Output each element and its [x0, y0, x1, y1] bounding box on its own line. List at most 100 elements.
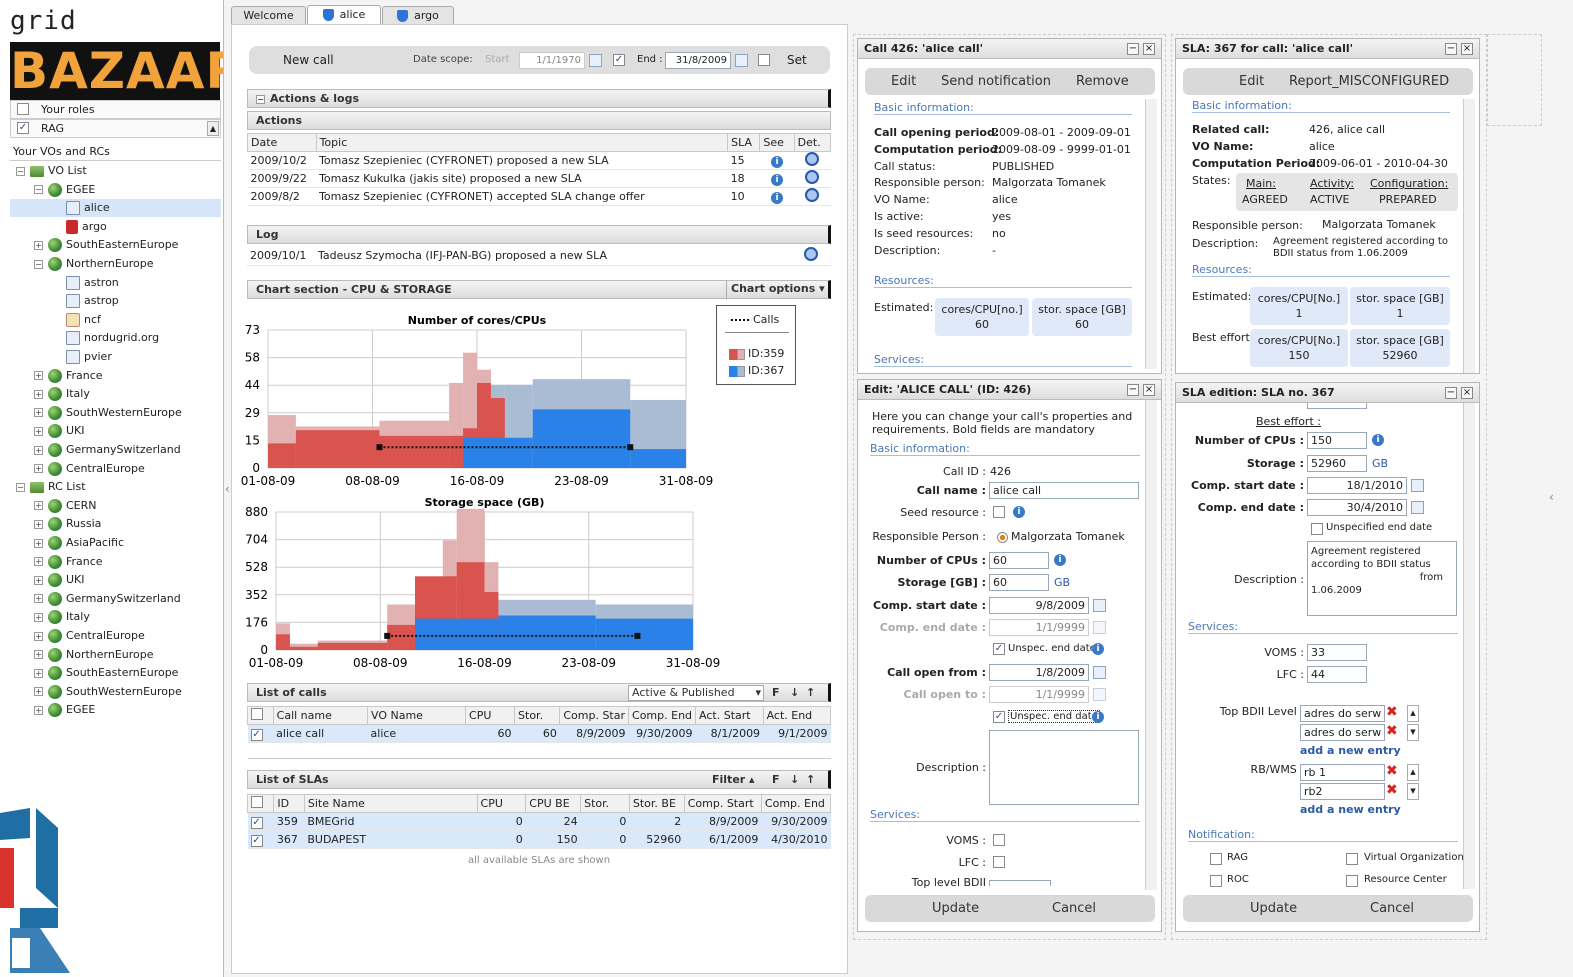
- tree-node[interactable]: − RC List: [10, 478, 221, 496]
- row-checkbox[interactable]: ✓: [250, 728, 263, 741]
- expand-icon[interactable]: +: [34, 240, 43, 250]
- col-id[interactable]: ID: [273, 794, 305, 813]
- expand-icon[interactable]: +: [34, 389, 43, 399]
- tree-node[interactable]: + CentralEurope: [10, 627, 221, 645]
- tree-node[interactable]: + AsiaPacific: [10, 534, 221, 552]
- your-roles-row[interactable]: Your roles: [10, 100, 221, 119]
- tree-node[interactable]: + SouthEasternEurope: [10, 236, 221, 254]
- expand-icon[interactable]: +: [34, 408, 43, 418]
- col-vo-name[interactable]: VO Name: [367, 706, 467, 725]
- tree-node[interactable]: + Russia: [10, 515, 221, 533]
- col-site[interactable]: Site Name: [303, 794, 478, 813]
- col-act-start[interactable]: Act. Start: [695, 706, 764, 725]
- table-row[interactable]: 2009/10/2 Tomasz Szepieniec (CYFRONET) pr…: [247, 151, 831, 170]
- tree-node[interactable]: + GermanySwitzerland: [10, 441, 221, 459]
- tree-node[interactable]: + GermanySwitzerland: [10, 590, 221, 608]
- tree-node[interactable]: + SouthWesternEurope: [10, 683, 221, 701]
- calls-filter-select[interactable]: Active & Published ▾: [628, 685, 764, 701]
- details-icon[interactable]: [805, 188, 820, 202]
- tree-node[interactable]: + UKI: [10, 422, 221, 440]
- col-sla[interactable]: SLA: [727, 133, 761, 152]
- tab-alice[interactable]: alice: [307, 5, 381, 25]
- checkbox[interactable]: [17, 103, 29, 115]
- tree-node[interactable]: +nordugrid.org: [10, 329, 221, 347]
- expand-icon[interactable]: +: [34, 557, 43, 567]
- row-checkbox[interactable]: ✓: [250, 816, 263, 829]
- calendar-icon[interactable]: [589, 54, 602, 67]
- col-date[interactable]: Date: [247, 133, 317, 152]
- info-icon[interactable]: i: [771, 191, 783, 204]
- tree-node[interactable]: − VO List: [10, 162, 221, 180]
- col-det[interactable]: Det.: [793, 133, 832, 152]
- table-row[interactable]: 2009/9/22 Tomasz Kukulka (jakis site) pro…: [247, 169, 831, 188]
- tree-node[interactable]: +astrop: [10, 292, 221, 310]
- tree-node[interactable]: + Italy: [10, 608, 221, 626]
- col-cpu[interactable]: CPU: [476, 794, 527, 813]
- collapse-icon[interactable]: −: [34, 259, 43, 269]
- tree-node[interactable]: + NorthernEurope: [10, 646, 221, 664]
- tab-argo[interactable]: argo: [382, 6, 454, 25]
- tree-node[interactable]: + CERN: [10, 497, 221, 515]
- filter-f-button[interactable]: F: [772, 684, 780, 701]
- tree-node[interactable]: +ncf: [10, 311, 221, 329]
- expand-icon[interactable]: +: [34, 575, 43, 585]
- details-icon[interactable]: [805, 152, 820, 166]
- end-date-input[interactable]: 31/8/2009: [665, 52, 731, 69]
- row-checkbox[interactable]: ✓: [250, 834, 263, 847]
- collapse-icon[interactable]: −: [256, 94, 265, 104]
- filter-f-button[interactable]: F: [772, 771, 780, 788]
- sort-down-icon[interactable]: ↓: [790, 771, 799, 788]
- checkbox[interactable]: ✓: [17, 122, 29, 134]
- expand-icon[interactable]: +: [34, 650, 43, 660]
- actions-logs-header[interactable]: − Actions & logs: [247, 89, 831, 108]
- collapse-icon[interactable]: −: [16, 482, 25, 492]
- tree-node[interactable]: + France: [10, 553, 221, 571]
- expand-icon[interactable]: +: [34, 612, 43, 622]
- expand-right-icon[interactable]: ‹: [1549, 490, 1554, 504]
- tab-welcome[interactable]: Welcome: [231, 6, 306, 25]
- expand-icon[interactable]: +: [34, 594, 43, 604]
- col-topic[interactable]: Topic: [315, 133, 729, 152]
- new-call-button[interactable]: New call: [283, 53, 334, 67]
- col-see[interactable]: See: [759, 133, 795, 152]
- col-stor[interactable]: Stor.: [580, 794, 630, 813]
- expand-icon[interactable]: +: [34, 501, 43, 511]
- expand-icon[interactable]: +: [34, 687, 43, 697]
- start-date-input[interactable]: 1/1/1970: [519, 52, 585, 69]
- expand-icon[interactable]: +: [34, 538, 43, 548]
- table-row[interactable]: ✓ 367 BUDAPEST 0 150 0 52960 6/1/2009 4/30/2010: [247, 830, 831, 849]
- expand-icon[interactable]: +: [34, 705, 43, 715]
- col-comp-start[interactable]: Comp. Star: [559, 706, 630, 725]
- tree-node[interactable]: +astron: [10, 274, 221, 292]
- tree-node[interactable]: − EGEE: [10, 181, 221, 199]
- tree-node[interactable]: − NorthernEurope: [10, 255, 221, 273]
- tree-node[interactable]: + SouthWesternEurope: [10, 404, 221, 422]
- collapse-icon[interactable]: −: [16, 166, 25, 176]
- col-comp-end[interactable]: Comp. End: [760, 794, 832, 813]
- set-button[interactable]: Set: [787, 53, 807, 67]
- expand-icon[interactable]: +: [34, 464, 43, 474]
- sort-up-icon[interactable]: ↑: [806, 771, 815, 788]
- scroll-up-icon[interactable]: ▲: [207, 121, 219, 136]
- details-icon[interactable]: [804, 247, 818, 262]
- col-call-name[interactable]: Call name: [272, 706, 369, 725]
- expand-icon[interactable]: +: [34, 445, 43, 455]
- sla-filter-button[interactable]: Filter ▴: [712, 771, 755, 788]
- sort-up-icon[interactable]: ↑: [806, 684, 815, 701]
- sort-down-icon[interactable]: ↓: [790, 684, 799, 701]
- info-icon[interactable]: i: [771, 155, 783, 168]
- tree-node[interactable]: +alice: [10, 199, 221, 218]
- set-checkbox[interactable]: [758, 54, 770, 66]
- expand-icon[interactable]: +: [34, 631, 43, 641]
- tree-node[interactable]: + UKI: [10, 571, 221, 589]
- table-row[interactable]: 2009/8/2 Tomasz Szepieniec (CYFRONET) acc…: [247, 187, 831, 206]
- col-cpu[interactable]: CPU: [465, 706, 516, 725]
- col-cpu-be[interactable]: CPU BE: [525, 794, 582, 813]
- col-comp-start[interactable]: Comp. Start: [683, 794, 762, 813]
- tree-node[interactable]: + CentralEurope: [10, 460, 221, 478]
- details-icon[interactable]: [805, 170, 820, 184]
- end-checkbox[interactable]: ✓: [613, 54, 625, 66]
- col-stor-be[interactable]: Stor. BE: [628, 794, 685, 813]
- expand-icon[interactable]: +: [34, 371, 43, 381]
- table-row[interactable]: ✓ alice call alice 60 60 8/9/2009 9/30/2…: [247, 724, 831, 743]
